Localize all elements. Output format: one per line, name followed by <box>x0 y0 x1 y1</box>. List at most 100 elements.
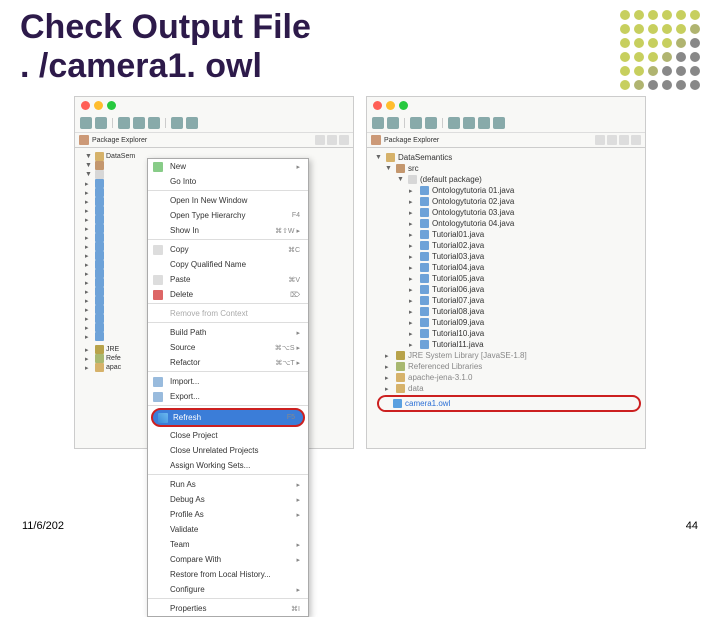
tree-src[interactable]: ▼src <box>375 163 643 174</box>
tree-row[interactable]: ▸ <box>83 260 148 269</box>
tree-java-file[interactable]: ▸Ontologytutoria 02.java <box>375 196 643 207</box>
tree-row[interactable]: ▸ <box>83 242 148 251</box>
tab-label[interactable]: Package Explorer <box>384 137 439 144</box>
maximize-icon[interactable] <box>107 101 116 110</box>
context-menu-item[interactable]: Go Into <box>148 174 308 191</box>
context-menu-item[interactable]: Export... <box>148 389 308 406</box>
view-action-icon[interactable] <box>619 135 629 145</box>
tree-row[interactable]: ▸ <box>83 251 148 260</box>
toolbar-icon[interactable] <box>186 117 198 129</box>
toolbar-icon[interactable] <box>448 117 460 129</box>
tree-row[interactable]: ▸ <box>83 296 148 305</box>
context-menu-item[interactable]: Configure▸ <box>148 582 308 599</box>
context-menu-item[interactable]: Close Unrelated Projects <box>148 443 308 458</box>
context-menu-item[interactable]: Run As▸ <box>148 477 308 492</box>
view-action-icon[interactable] <box>315 135 325 145</box>
toolbar-icon[interactable] <box>171 117 183 129</box>
tree-java-file[interactable]: ▸Tutorial02.java <box>375 240 643 251</box>
context-menu-item[interactable]: Validate <box>148 522 308 537</box>
view-action-icon[interactable] <box>631 135 641 145</box>
tree-row[interactable]: ▸ <box>83 188 148 197</box>
toolbar-icon[interactable] <box>478 117 490 129</box>
tree-java-file[interactable]: ▸Tutorial09.java <box>375 317 643 328</box>
toolbar-icon[interactable] <box>148 117 160 129</box>
minimize-icon[interactable] <box>386 101 395 110</box>
tree-owl-file[interactable]: camera1.owl <box>383 398 635 409</box>
toolbar-icon[interactable] <box>425 117 437 129</box>
context-menu-item[interactable]: Properties⌘I <box>148 601 308 616</box>
context-menu-item[interactable]: Profile As▸ <box>148 507 308 522</box>
tree-lib[interactable]: ▸JRE System Library [JavaSE-1.8] <box>375 350 643 361</box>
tree-java-file[interactable]: ▸Tutorial07.java <box>375 295 643 306</box>
context-menu-item[interactable]: Show In⌘⇧W ▸ <box>148 223 308 240</box>
context-menu-item[interactable]: Import... <box>148 374 308 389</box>
context-menu-item[interactable]: New▸ <box>148 159 308 174</box>
context-menu-item[interactable]: Assign Working Sets... <box>148 458 308 475</box>
tree-row[interactable]: ▸Refe <box>83 354 148 363</box>
context-menu-item[interactable]: RefreshF5 <box>151 408 305 427</box>
tree-lib[interactable]: ▸apache-jena-3.1.0 <box>375 372 643 383</box>
toolbar-icon[interactable] <box>493 117 505 129</box>
context-menu-item[interactable]: Compare With▸ <box>148 552 308 567</box>
tree-project[interactable]: ▼DataSemantics <box>375 152 643 163</box>
tree-row[interactable]: ▸ <box>83 197 148 206</box>
tree-row[interactable]: ▼ <box>83 161 148 170</box>
context-menu-item[interactable]: Source⌘⌥S ▸ <box>148 340 308 355</box>
minimize-icon[interactable] <box>94 101 103 110</box>
toolbar-icon[interactable] <box>387 117 399 129</box>
tree-row[interactable]: ▸ <box>83 179 148 188</box>
context-menu-item[interactable]: Debug As▸ <box>148 492 308 507</box>
tree-row[interactable]: ▸ <box>83 332 148 341</box>
toolbar-icon[interactable] <box>118 117 130 129</box>
tree-java-file[interactable]: ▸Ontologytutoria 04.java <box>375 218 643 229</box>
toolbar-icon[interactable] <box>80 117 92 129</box>
tree-java-file[interactable]: ▸Tutorial11.java <box>375 339 643 350</box>
tree-row[interactable]: ▸ <box>83 206 148 215</box>
tree-row[interactable]: ▸ <box>83 278 148 287</box>
tree-java-file[interactable]: ▸Tutorial10.java <box>375 328 643 339</box>
tab-label[interactable]: Package Explorer <box>92 137 147 144</box>
toolbar-icon[interactable] <box>95 117 107 129</box>
tree-row[interactable]: ▸ <box>83 269 148 278</box>
tree-lib[interactable]: ▸data <box>375 383 643 394</box>
context-menu-item[interactable]: Refactor⌘⌥T ▸ <box>148 355 308 372</box>
toolbar-icon[interactable] <box>410 117 422 129</box>
context-menu-item[interactable]: Team▸ <box>148 537 308 552</box>
tree-row[interactable]: ▸ <box>83 287 148 296</box>
tree-row[interactable]: ▸ <box>83 224 148 233</box>
tree-lib[interactable]: ▸Referenced Libraries <box>375 361 643 372</box>
tree-project[interactable]: ▼DataSem <box>83 152 148 161</box>
view-action-icon[interactable] <box>339 135 349 145</box>
tree-java-file[interactable]: ▸Tutorial05.java <box>375 273 643 284</box>
toolbar-icon[interactable] <box>372 117 384 129</box>
close-icon[interactable] <box>373 101 382 110</box>
view-action-icon[interactable] <box>595 135 605 145</box>
view-action-icon[interactable] <box>327 135 337 145</box>
tree-row[interactable]: ▸apac <box>83 363 148 372</box>
tree-java-file[interactable]: ▸Tutorial06.java <box>375 284 643 295</box>
tree-java-file[interactable]: ▸Tutorial04.java <box>375 262 643 273</box>
close-icon[interactable] <box>81 101 90 110</box>
tree-row[interactable]: ▼ <box>83 170 148 179</box>
context-menu-item[interactable]: Close Project <box>148 428 308 443</box>
maximize-icon[interactable] <box>399 101 408 110</box>
context-menu-item[interactable]: Open In New Window <box>148 193 308 208</box>
tree-java-file[interactable]: ▸Ontologytutoria 01.java <box>375 185 643 196</box>
tree-pkg[interactable]: ▼(default package) <box>375 174 643 185</box>
context-menu-item[interactable]: Copy⌘C <box>148 242 308 257</box>
tree-row[interactable]: ▸ <box>83 233 148 242</box>
tree-row[interactable]: ▸ <box>83 305 148 314</box>
view-action-icon[interactable] <box>607 135 617 145</box>
context-menu-item[interactable]: Build Path▸ <box>148 325 308 340</box>
tree-row[interactable]: ▸JRE <box>83 345 148 354</box>
tree-java-file[interactable]: ▸Tutorial01.java <box>375 229 643 240</box>
tree-java-file[interactable]: ▸Ontologytutoria 03.java <box>375 207 643 218</box>
context-menu-item[interactable]: Open Type HierarchyF4 <box>148 208 308 223</box>
toolbar-icon[interactable] <box>133 117 145 129</box>
tree-java-file[interactable]: ▸Tutorial08.java <box>375 306 643 317</box>
context-menu-item[interactable]: Copy Qualified Name <box>148 257 308 272</box>
toolbar-icon[interactable] <box>463 117 475 129</box>
tree-row[interactable]: ▸ <box>83 323 148 332</box>
context-menu-item[interactable]: Paste⌘V <box>148 272 308 287</box>
tree-row[interactable]: ▸ <box>83 215 148 224</box>
